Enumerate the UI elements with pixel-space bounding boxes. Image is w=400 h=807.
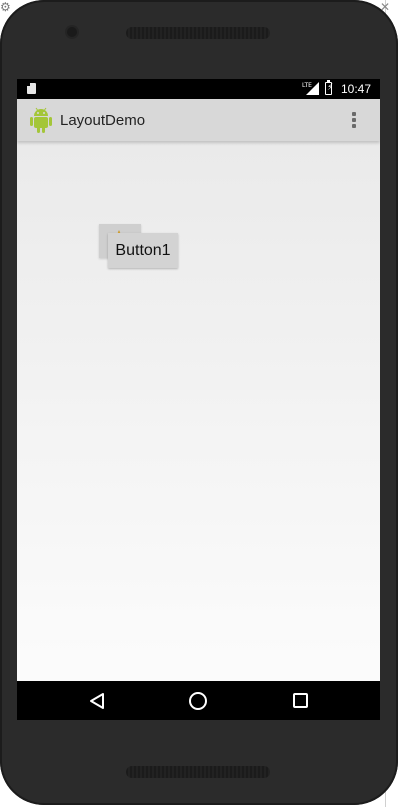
- android-robot-icon: [30, 107, 52, 133]
- top-speaker-grille: [126, 27, 270, 39]
- action-bar: LayoutDemo: [17, 99, 380, 141]
- overflow-menu-icon[interactable]: [347, 110, 361, 130]
- button1[interactable]: Button1: [108, 233, 178, 268]
- network-type-label: LTE: [302, 82, 318, 96]
- app-title: LayoutDemo: [60, 112, 146, 129]
- phone-frame: LTE ⚡ 10:47 LayoutDemo Button1: [0, 0, 398, 805]
- back-icon[interactable]: [89, 692, 105, 710]
- bottom-speaker-grille: [126, 766, 270, 778]
- battery-charging-icon: ⚡: [325, 80, 334, 95]
- device-screen: LTE ⚡ 10:47 LayoutDemo Button1: [17, 79, 380, 720]
- sd-card-icon: [27, 83, 36, 94]
- recents-icon[interactable]: [293, 693, 308, 708]
- front-camera: [67, 27, 77, 37]
- navigation-bar: [17, 681, 380, 720]
- charging-bolt-icon: ⚡: [327, 83, 334, 93]
- status-time: 10:47: [341, 82, 372, 96]
- network-type-text: LTE: [302, 82, 312, 89]
- status-bar: LTE ⚡ 10:47: [17, 79, 380, 99]
- home-icon[interactable]: [189, 692, 207, 710]
